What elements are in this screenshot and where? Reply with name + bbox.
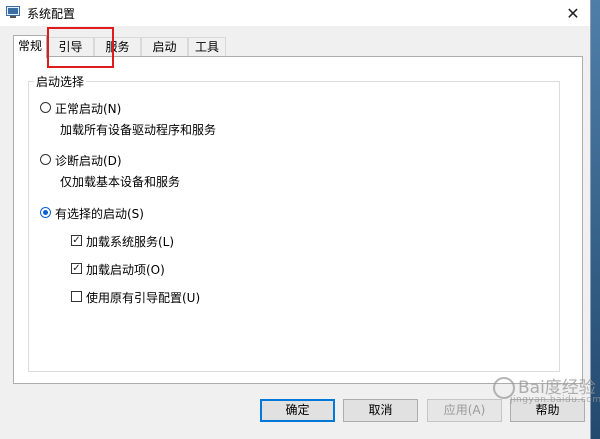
load-startup-items-checkbox[interactable]: ✓ <box>71 263 82 274</box>
general-tab-panel: 启动选择 正常启动(N) 加载所有设备驱动程序和服务 诊断启动(D) 仅加载基本… <box>13 56 583 384</box>
use-original-boot-config-label[interactable]: 使用原有引导配置(U) <box>86 289 200 306</box>
normal-startup-description: 加载所有设备驱动程序和服务 <box>60 123 217 137</box>
window-title: 系统配置 <box>27 7 76 21</box>
startup-selection-legend: 启动选择 <box>34 73 87 90</box>
normal-startup-label[interactable]: 正常启动(N) <box>55 100 121 117</box>
diagnostic-startup-label[interactable]: 诊断启动(D) <box>55 152 122 169</box>
diagnostic-startup-radio[interactable] <box>40 154 51 165</box>
apply-button[interactable]: 应用(A) <box>427 399 502 422</box>
title-bar[interactable]: 系统配置 ✕ <box>0 0 590 26</box>
load-system-services-label[interactable]: 加载系统服务(L) <box>86 233 174 250</box>
tab-general[interactable]: 常规 <box>13 35 47 58</box>
desktop-background <box>590 0 600 439</box>
selective-startup-label[interactable]: 有选择的启动(S) <box>55 205 144 222</box>
cancel-button[interactable]: 取消 <box>343 399 418 422</box>
tab-tools[interactable]: 工具 <box>188 37 226 57</box>
close-button[interactable]: ✕ <box>556 0 590 26</box>
use-original-boot-config-checkbox[interactable] <box>71 291 82 302</box>
load-startup-items-label[interactable]: 加载启动项(O) <box>86 261 165 278</box>
msconfig-app-icon <box>6 6 20 18</box>
selective-startup-radio[interactable] <box>40 207 51 218</box>
load-system-services-checkbox[interactable]: ✓ <box>71 235 82 246</box>
normal-startup-radio[interactable] <box>40 102 51 113</box>
tab-startup[interactable]: 启动 <box>141 37 188 57</box>
system-config-window: 系统配置 ✕ 常规 引导 服务 启动 工具 启动选择 正常启动(N) 加载所有设… <box>0 0 591 439</box>
tab-boot[interactable]: 引导 <box>47 37 94 57</box>
ok-button[interactable]: 确定 <box>260 399 335 422</box>
help-button[interactable]: 帮助 <box>510 399 585 422</box>
close-icon: ✕ <box>566 3 580 23</box>
diagnostic-startup-description: 仅加载基本设备和服务 <box>60 175 181 189</box>
tab-services[interactable]: 服务 <box>94 37 141 57</box>
